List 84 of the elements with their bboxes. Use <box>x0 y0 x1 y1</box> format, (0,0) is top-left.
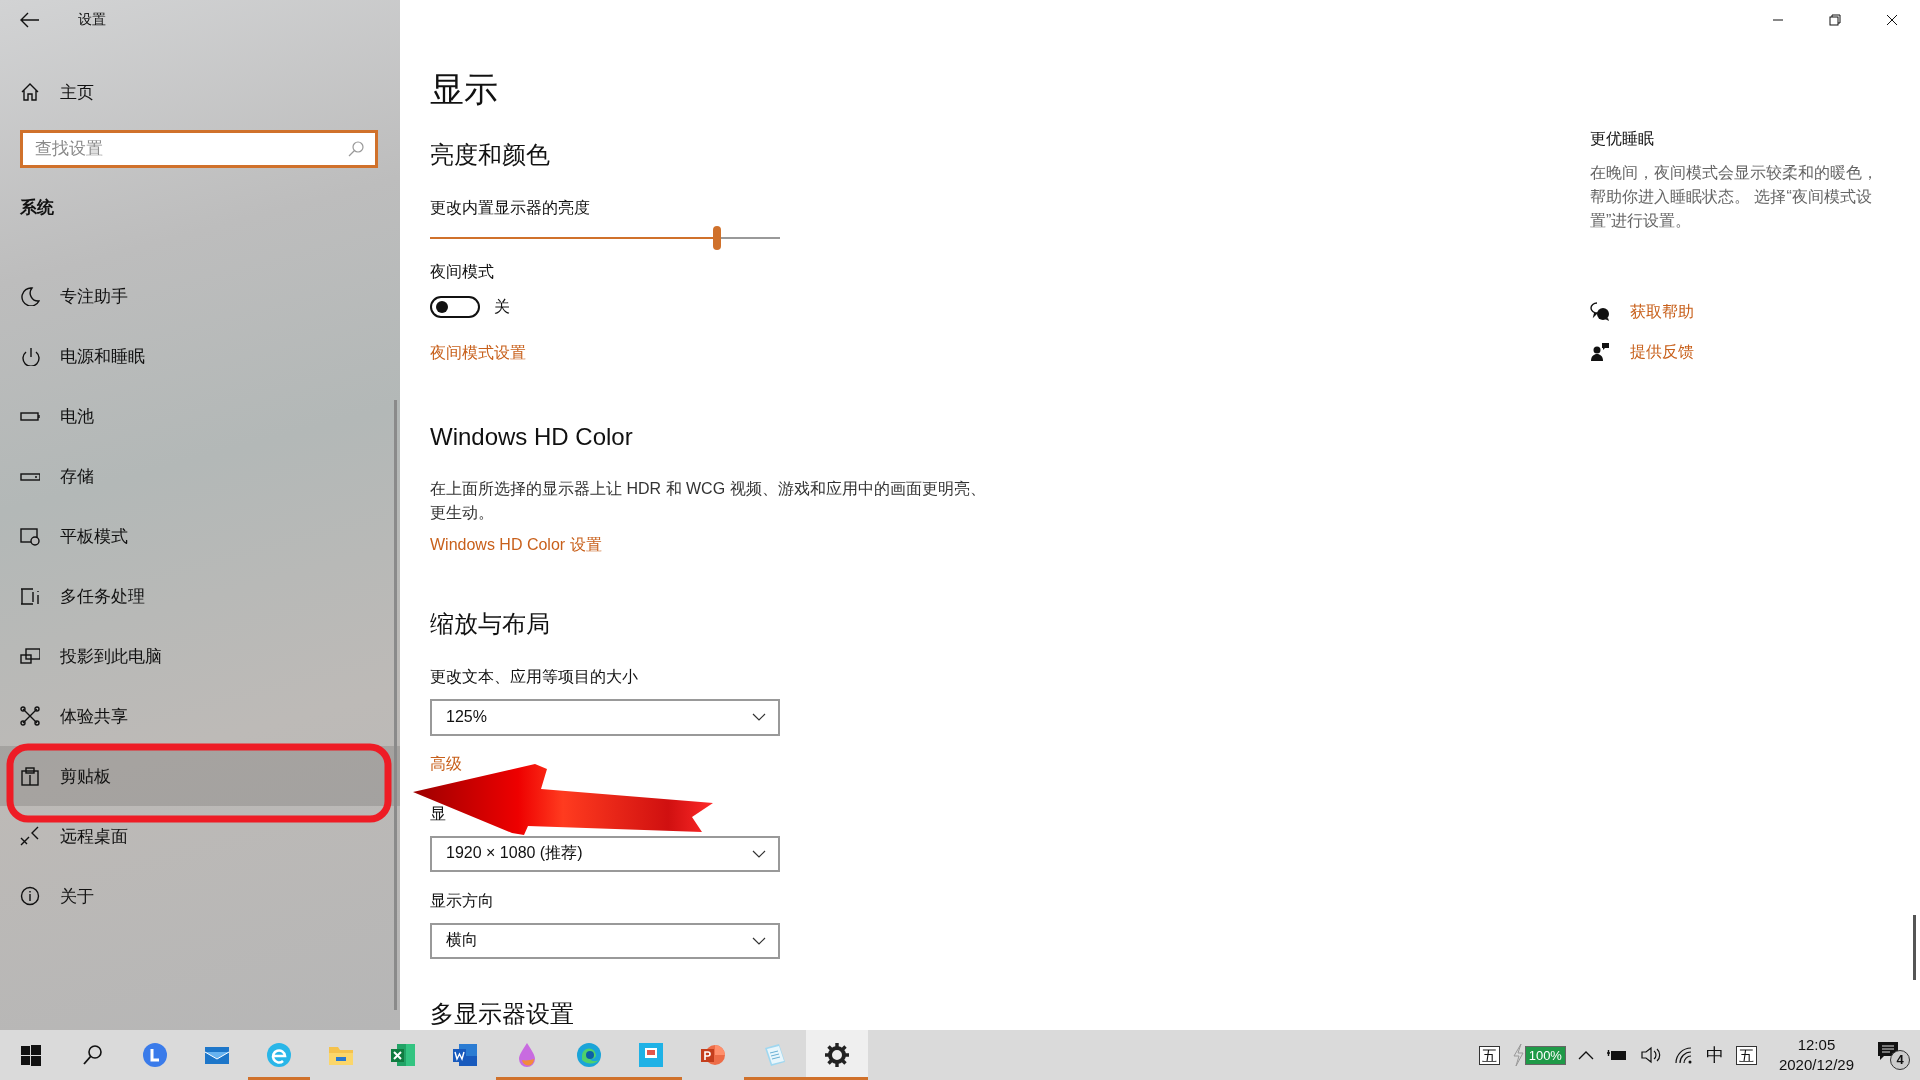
nav-item[interactable]: 体验共享 <box>0 686 400 746</box>
caret-up-icon[interactable] <box>1577 1050 1594 1060</box>
section-heading: 缩放与布局 <box>430 609 550 640</box>
notepad-icon <box>762 1042 788 1068</box>
nav-item[interactable]: 电源和睡眠 <box>0 326 400 386</box>
setting-label: 显示方向 <box>430 890 494 911</box>
window-title: 设置 <box>78 11 106 29</box>
dropdown[interactable]: 125% <box>430 699 780 736</box>
input-mode-indicator[interactable]: 五 <box>1735 1045 1757 1065</box>
setting-label: 显 <box>430 803 446 824</box>
tablet-icon <box>20 526 40 546</box>
spreadsheet-icon <box>390 1042 416 1068</box>
taskbar-button[interactable] <box>806 1030 868 1080</box>
share-icon <box>20 706 40 726</box>
scrollbar[interactable] <box>1913 915 1916 980</box>
document-icon <box>452 1042 478 1068</box>
clipboard-icon <box>20 766 40 786</box>
help-link[interactable]: 获取帮助 <box>1630 301 1694 323</box>
edge-icon <box>576 1042 602 1068</box>
language-indicator[interactable]: 中 <box>1705 1043 1724 1067</box>
app-tile-icon <box>638 1042 664 1068</box>
slider-thumb[interactable] <box>713 226 721 250</box>
section-heading: 亮度和颜色 <box>430 140 550 170</box>
toggle-switch[interactable] <box>430 296 480 319</box>
home-icon <box>20 82 40 102</box>
close-icon[interactable] <box>1885 14 1898 26</box>
help-link[interactable]: 提供反馈 <box>1630 341 1694 363</box>
setting-label: 夜间模式 <box>430 261 494 282</box>
nav-item[interactable]: 剪贴板 <box>0 746 400 806</box>
battery-indicator[interactable]: 100% <box>1524 1045 1566 1065</box>
clock-date[interactable]: 2020/12/29 <box>1778 1055 1854 1075</box>
projector-icon <box>20 646 40 666</box>
setting-label: 更改内置显示器的亮度 <box>430 198 590 218</box>
input-mode-indicator[interactable]: 五 <box>1478 1045 1500 1065</box>
nav-item[interactable]: 远程桌面 <box>0 806 400 866</box>
brightness-slider[interactable] <box>430 226 780 249</box>
moon-icon <box>20 286 40 306</box>
wifi-icon[interactable] <box>1673 1046 1694 1064</box>
e-circle-icon <box>266 1042 292 1068</box>
lightning-icon <box>1511 1043 1524 1067</box>
speaker-icon[interactable] <box>1639 1046 1662 1064</box>
toggle-state: 关 <box>494 296 510 317</box>
info-icon <box>20 886 40 906</box>
person-speech-icon <box>1590 342 1610 362</box>
nav-item[interactable]: 投影到此电脑 <box>0 626 400 686</box>
chevron-down-icon <box>752 849 766 858</box>
restore-icon[interactable] <box>1828 14 1841 26</box>
notification-count: 4 <box>1890 1050 1910 1070</box>
scrollbar[interactable] <box>394 400 397 1010</box>
gear-icon <box>824 1042 850 1068</box>
settings-link[interactable]: Windows HD Color 设置 <box>430 534 602 557</box>
nav-item[interactable]: 多任务处理 <box>0 566 400 626</box>
settings-link[interactable]: 高级 <box>430 752 462 775</box>
section-heading: 多显示器设置 <box>430 998 574 1029</box>
aside-heading: 更优睡眠 <box>1590 129 1654 149</box>
section-heading: Windows HD Color <box>430 422 633 453</box>
clock-time[interactable]: 12:05 <box>1797 1035 1836 1055</box>
dropdown[interactable]: 横向 <box>430 922 780 959</box>
settings-link[interactable]: 夜间模式设置 <box>430 342 526 365</box>
nav-item[interactable]: 关于 <box>0 866 400 926</box>
power-icon <box>20 346 40 366</box>
chevron-down-icon <box>752 713 766 722</box>
dropdown[interactable]: 1920 × 1080 (推荐) <box>430 835 780 872</box>
nav-item[interactable]: 存储 <box>0 446 400 506</box>
chat-question-icon <box>1590 302 1610 322</box>
setting-label: 更改文本、应用等项目的大小 <box>430 667 638 688</box>
battery-icon[interactable] <box>1605 1048 1628 1062</box>
remote-icon <box>20 826 40 846</box>
aside-text: 在晚间，夜间模式会显示较柔和的暖色，帮助你进入睡眠状态。 选择“夜间模式设置”进行设置。 <box>1590 163 1879 231</box>
search-field[interactable]: 查找设置 <box>20 130 378 168</box>
chevron-down-icon <box>752 936 766 945</box>
nav-item[interactable]: 专注助手 <box>0 266 400 326</box>
search-icon <box>348 141 364 157</box>
multitask-icon <box>20 586 40 606</box>
nav-item[interactable]: 平板模式 <box>0 506 400 566</box>
windows-logo-icon <box>18 1042 44 1068</box>
section-heading: 系统 <box>19 197 54 219</box>
app-icon <box>142 1042 168 1068</box>
presentation-icon <box>700 1042 726 1068</box>
home-link[interactable]: 主页 <box>0 72 140 112</box>
back-arrow-icon[interactable] <box>20 12 40 28</box>
nav-item[interactable]: 电池 <box>0 386 400 446</box>
description-text: 在上面所选择的显示器上让 HDR 和 WCG 视频、游戏和应用中的画面更明亮、更生动。 <box>430 479 987 524</box>
page-title: 显示 <box>430 69 498 110</box>
